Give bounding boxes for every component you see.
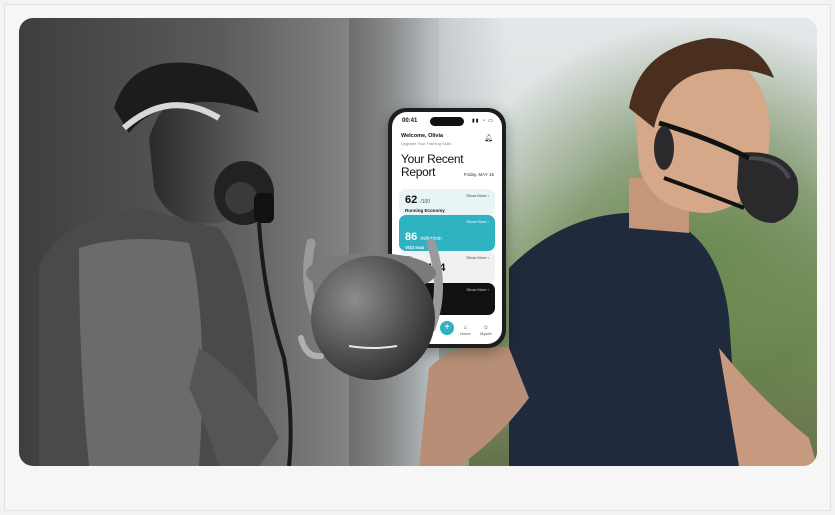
- economy-card[interactable]: 62 /100 Show More › Running Economy: [399, 189, 495, 215]
- nav-home-label: Home: [460, 331, 471, 336]
- bell-icon[interactable]: 🔔︎: [484, 134, 493, 142]
- nav-myself-label: Myself: [480, 331, 492, 336]
- economy-label: Running Economy: [405, 208, 445, 213]
- show-more-link[interactable]: Show More ›: [466, 255, 489, 260]
- mask-product: [298, 238, 443, 380]
- nav-myself[interactable]: ☺ Myself: [480, 325, 492, 336]
- status-time: 00:41: [402, 118, 418, 124]
- hero-image: 00:41 ▮▮ ◔ ▭ Welcome, Olivia Upgrade You…: [19, 18, 817, 466]
- show-more-link[interactable]: Show More ›: [466, 287, 489, 292]
- show-more-link[interactable]: Show More ›: [466, 219, 489, 224]
- nav-home[interactable]: ⌂ Home: [460, 325, 471, 336]
- welcome-subtitle: Upgrade Your Training Skills: [401, 141, 452, 146]
- show-more-link[interactable]: Show More ›: [466, 193, 489, 198]
- phone-notch: [430, 117, 464, 126]
- report-date: Friday, MAY 15: [463, 172, 494, 177]
- economy-score: 62 /100: [405, 194, 431, 206]
- report-title: Your Recent Report: [401, 152, 464, 179]
- welcome-text: Welcome, Olivia: [401, 133, 444, 139]
- status-icons: ▮▮ ◔ ▭: [471, 118, 494, 124]
